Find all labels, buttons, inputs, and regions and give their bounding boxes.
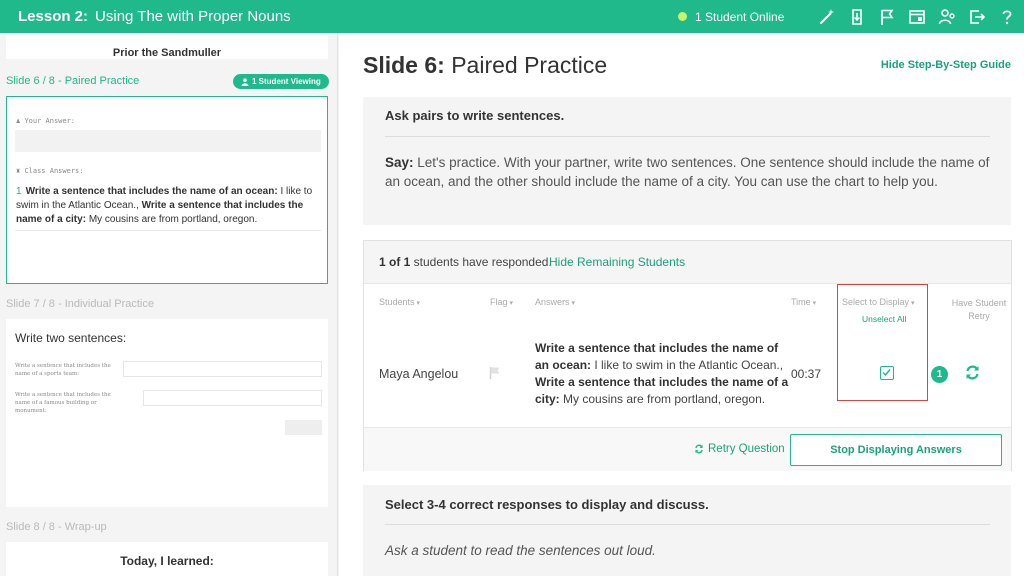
display-checkbox[interactable] — [880, 366, 894, 380]
step-1-heading: Ask pairs to write sentences. — [385, 108, 565, 123]
display-order-badge: 1 — [931, 366, 948, 383]
online-dot-icon — [678, 12, 687, 21]
your-answer-box — [15, 130, 321, 152]
main-content: Slide 6: Paired Practice Hide Step-By-St… — [339, 33, 1024, 576]
lesson-title: Using The with Proper Nouns — [95, 8, 291, 25]
slide-7-input-2 — [143, 390, 322, 406]
slide-card-previous[interactable]: Prior the Sandmuller — [6, 33, 328, 59]
column-have-retry: Have Student Retry — [951, 298, 1007, 321]
stop-displaying-button[interactable]: Stop Displaying Answers — [790, 434, 1002, 466]
answer-a2: My cousins are from portland, oregon. — [88, 214, 258, 225]
slide-6-label[interactable]: Slide 6 / 8 - Paired Practice — [6, 75, 139, 87]
retry-question-label: Retry Question — [708, 443, 785, 455]
step-2-instruction: Ask a student to read the sentences out … — [385, 543, 656, 558]
say-text: Let's practice. With your partner, write… — [385, 155, 990, 189]
your-answer-text: Your Answer: — [24, 117, 76, 125]
student-name: Maya Angelou — [379, 367, 459, 381]
step-1-say: Say: Let's practice. With your partner, … — [385, 153, 995, 191]
student-answer: Write a sentence that includes the name … — [535, 340, 793, 408]
answer-response-2: My cousins are from portland, oregon. — [559, 392, 766, 406]
response-time: 00:37 — [791, 367, 822, 381]
step-2-divider — [385, 524, 990, 525]
flag-icon[interactable] — [489, 366, 501, 380]
sort-caret-icon: ▾ — [509, 300, 514, 307]
slides-sidebar: Prior the Sandmuller Slide 6 / 8 - Paire… — [0, 33, 338, 576]
your-answer-label: ♟ Your Answer: — [16, 117, 75, 125]
window-icon[interactable] — [902, 0, 932, 33]
column-answers-label: Answers — [535, 297, 570, 307]
answer-number: 1 — [16, 186, 22, 197]
responses-panel: 1 of 1 students have responded. Hide Rem… — [363, 240, 1012, 471]
retry-question-link[interactable]: Retry Question — [694, 443, 785, 455]
column-answers[interactable]: Answers ▾ — [535, 297, 575, 307]
response-count-text: students have responded. — [410, 255, 552, 269]
slide-8-heading: Today, I learned: — [120, 554, 214, 568]
slide-7-input-1 — [123, 361, 322, 377]
response-count-bold: 1 of 1 — [379, 255, 411, 269]
slide-card-previous-text: Prior the Sandmuller — [112, 47, 222, 59]
student-viewing-badge: 1 Student Viewing — [233, 74, 329, 89]
slide-name: Paired Practice — [451, 52, 608, 78]
top-bar: Lesson 2: Using The with Proper Nouns 1 … — [0, 0, 1024, 33]
slide-number: Slide 6: — [363, 52, 445, 78]
slide-card-6[interactable]: ♟ Your Answer: ♜ Class Answers: 1 Write a… — [6, 96, 328, 284]
class-answers-text: Class Answers: — [24, 167, 84, 175]
slide-card-7[interactable]: Write two sentences: Write a sentence th… — [6, 319, 328, 507]
class-answer-item: 1 Write a sentence that includes the name… — [16, 185, 316, 227]
slide-7-question-2: Write a sentence that includes the name … — [15, 392, 111, 414]
response-count: 1 of 1 students have responded. — [379, 255, 552, 269]
slide-7-label[interactable]: Slide 7 / 8 - Individual Practice — [6, 298, 154, 310]
help-icon[interactable] — [992, 0, 1022, 33]
sort-caret-icon: ▾ — [416, 300, 421, 307]
column-flag[interactable]: Flag ▾ — [490, 297, 513, 307]
slide-8-label[interactable]: Slide 8 / 8 - Wrap-up — [6, 521, 107, 533]
users-gear-icon[interactable] — [932, 0, 962, 33]
step-card-1: Ask pairs to write sentences. Say: Let's… — [363, 97, 1011, 225]
column-students-label: Students — [379, 297, 415, 307]
responses-footer: Retry Question Stop Displaying Answers — [364, 427, 1011, 471]
toolbar-icons — [812, 0, 1022, 33]
download-icon[interactable] — [842, 0, 872, 33]
column-students[interactable]: Students ▾ — [379, 297, 420, 307]
refresh-small-icon — [695, 444, 703, 454]
sort-caret-icon: ▾ — [812, 300, 817, 307]
column-flag-label: Flag — [490, 297, 508, 307]
slide-7-submit-button — [285, 420, 322, 435]
slide-7-heading: Write two sentences: — [15, 331, 127, 345]
user-icon — [241, 77, 249, 86]
page-title: Slide 6: Paired Practice — [363, 52, 607, 79]
hide-guide-link[interactable]: Hide Step-By-Step Guide — [881, 59, 1011, 71]
magic-wand-icon[interactable] — [812, 0, 842, 33]
lesson-label: Lesson 2: — [18, 8, 89, 25]
hide-remaining-link[interactable]: Hide Remaining Students — [549, 255, 685, 269]
sort-caret-icon: ▾ — [571, 300, 576, 307]
step-card-2: Select 3-4 correct responses to display … — [363, 485, 1011, 576]
online-status: 1 Student Online — [678, 0, 784, 33]
slide-7-question-1: Write a sentence that includes the name … — [15, 363, 111, 377]
answer-q1: Write a sentence that includes the name … — [25, 186, 278, 197]
step-2-heading: Select 3-4 correct responses to display … — [385, 497, 709, 512]
column-time[interactable]: Time ▾ — [791, 297, 816, 307]
online-status-text: 1 Student Online — [695, 9, 785, 24]
slide-card-8[interactable]: Today, I learned: — [6, 542, 328, 576]
step-1-divider — [385, 136, 990, 137]
highlight-box — [837, 284, 928, 401]
card-divider — [15, 230, 321, 231]
column-time-label: Time — [791, 297, 811, 307]
answer-response-1: I like to swim in the Atlantic Ocean., — [591, 358, 784, 372]
refresh-icon[interactable] — [964, 364, 981, 381]
student-viewing-text: 1 Student Viewing — [252, 77, 321, 86]
responses-header: 1 of 1 students have responded. Hide Rem… — [364, 241, 1011, 284]
say-label: Say: — [385, 155, 414, 170]
class-answers-label: ♜ Class Answers: — [16, 167, 83, 175]
exit-icon[interactable] — [962, 0, 992, 33]
checkmark-icon — [882, 369, 891, 377]
flag-icon[interactable] — [872, 0, 902, 33]
